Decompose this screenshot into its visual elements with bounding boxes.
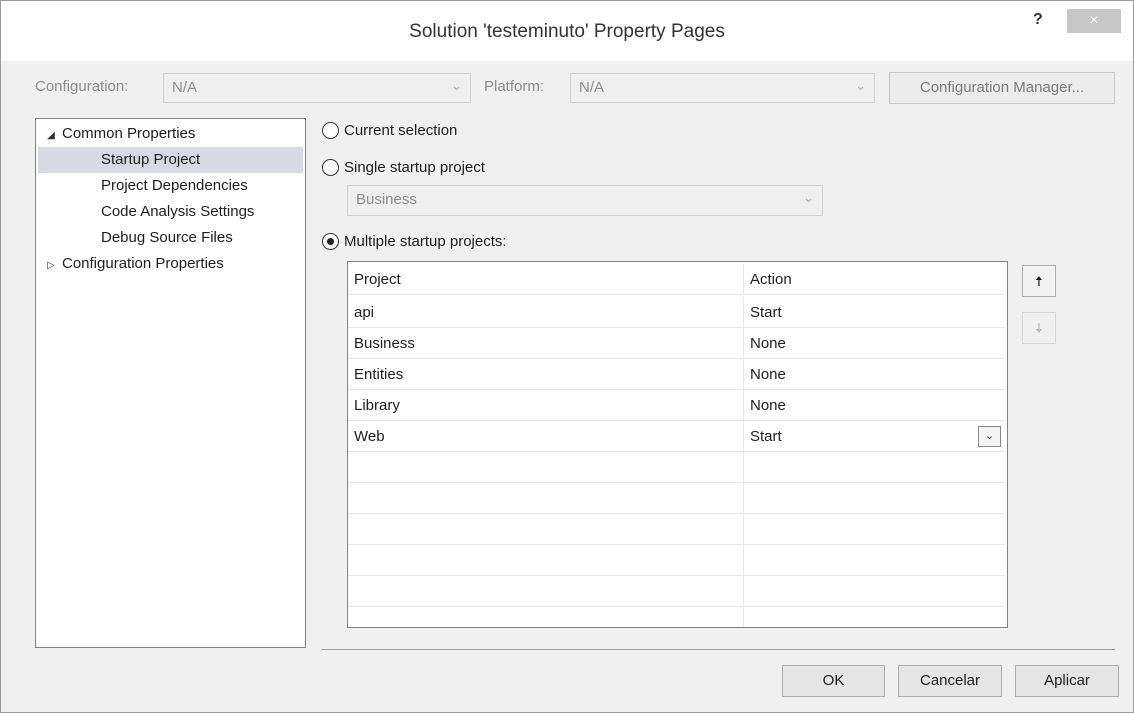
empty-row <box>743 545 1005 576</box>
property-tree[interactable]: ◢ Common Properties Startup Project Proje… <box>35 118 306 648</box>
empty-row <box>348 452 743 483</box>
single-project-value: Business <box>356 191 417 208</box>
action-cell-selected[interactable]: Start ⌄ <box>743 421 1005 452</box>
project-cell: Entities <box>348 359 743 390</box>
tree-item-code-analysis-settings[interactable]: Code Analysis Settings <box>101 199 254 225</box>
help-button[interactable]: ? <box>1033 11 1043 29</box>
empty-row <box>743 452 1005 483</box>
project-cell: Library <box>348 390 743 421</box>
empty-row <box>743 607 1005 627</box>
tree-node-configuration-properties[interactable]: ▷ Configuration Properties <box>40 251 224 277</box>
configuration-value: N/A <box>172 79 198 96</box>
radio-multiple-startup[interactable]: Multiple startup projects: <box>322 233 507 250</box>
empty-row <box>348 607 743 627</box>
empty-row <box>743 514 1005 545</box>
startup-projects-grid[interactable]: Project Action api Start Business None E… <box>347 261 1008 628</box>
chevron-down-icon: ⌄ <box>855 78 866 93</box>
radio-current-selection[interactable]: Current selection <box>322 122 457 139</box>
column-header-action: Action <box>743 264 1005 295</box>
divider <box>321 649 1115 650</box>
empty-row <box>348 545 743 576</box>
move-down-button[interactable]: 🠇 <box>1022 312 1056 344</box>
chevron-down-icon: ⌄ <box>451 78 462 93</box>
single-project-combo: Business ⌄ <box>347 185 823 216</box>
ok-button[interactable]: OK <box>782 665 885 697</box>
radio-selected-icon[interactable] <box>322 233 339 250</box>
action-value: Start <box>750 428 782 445</box>
empty-row <box>743 576 1005 607</box>
tree-item-debug-source-files[interactable]: Debug Source Files <box>101 225 233 251</box>
configuration-combo: N/A ⌄ <box>163 73 471 103</box>
empty-row <box>743 483 1005 514</box>
radio-label: Current selection <box>344 122 458 139</box>
project-cell: Web <box>348 421 743 452</box>
radio-circle-icon[interactable] <box>322 122 339 139</box>
close-button[interactable]: × <box>1067 9 1121 33</box>
radio-label: Single startup project <box>344 159 485 176</box>
property-pages-dialog: Solution 'testeminuto' Property Pages ? … <box>0 0 1134 713</box>
arrow-up-icon: 🠅 <box>1035 273 1043 289</box>
expand-arrow-icon[interactable]: ▷ <box>40 253 62 279</box>
radio-circle-icon[interactable] <box>322 159 339 176</box>
project-cell: Business <box>348 328 743 359</box>
platform-value: N/A <box>579 79 605 96</box>
cancel-button[interactable]: Cancelar <box>898 665 1002 697</box>
radio-label: Multiple startup projects: <box>344 233 507 250</box>
action-cell[interactable]: None <box>743 390 1005 421</box>
column-header-project: Project <box>348 264 743 295</box>
platform-label: Platform: <box>484 78 545 95</box>
collapse-arrow-icon[interactable]: ◢ <box>40 123 62 149</box>
tree-item-startup-project[interactable]: Startup Project <box>38 147 303 173</box>
action-cell[interactable]: Start <box>743 297 1005 328</box>
tree-node-label: Common Properties <box>62 125 196 142</box>
chevron-down-icon[interactable]: ⌄ <box>978 426 1001 447</box>
tree-node-common-properties[interactable]: ◢ Common Properties <box>40 121 195 147</box>
configuration-label: Configuration: <box>35 78 129 95</box>
chevron-down-icon: ⌄ <box>803 190 814 205</box>
title-bar: Solution 'testeminuto' Property Pages ? … <box>1 1 1133 61</box>
empty-row <box>348 514 743 545</box>
empty-row <box>348 576 743 607</box>
action-cell[interactable]: None <box>743 359 1005 390</box>
arrow-down-icon: 🠇 <box>1035 320 1043 336</box>
apply-button[interactable]: Aplicar <box>1015 665 1119 697</box>
configuration-manager-button[interactable]: Configuration Manager... <box>889 72 1115 104</box>
radio-single-startup[interactable]: Single startup project <box>322 159 485 176</box>
tree-node-label: Configuration Properties <box>62 255 224 272</box>
window-title: Solution 'testeminuto' Property Pages <box>409 21 725 42</box>
empty-row <box>348 483 743 514</box>
platform-combo: N/A ⌄ <box>570 73 875 103</box>
move-up-button[interactable]: 🠅 <box>1022 265 1056 297</box>
project-cell: api <box>348 297 743 328</box>
tree-item-project-dependencies[interactable]: Project Dependencies <box>101 173 248 199</box>
action-cell[interactable]: None <box>743 328 1005 359</box>
